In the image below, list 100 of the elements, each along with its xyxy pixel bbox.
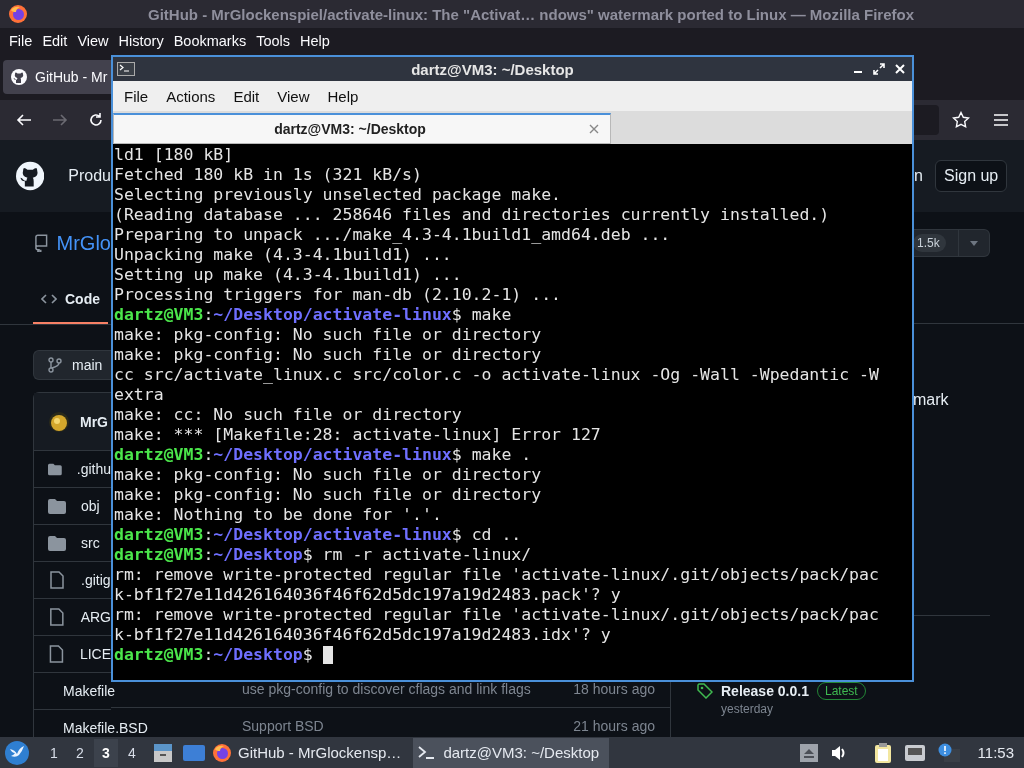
branch-icon [48,357,62,373]
menu-item[interactable]: View [72,33,114,49]
window-title: GitHub - MrGlockenspiel/activate-linux: The "Activat… ndows" watermark ported to Linux — Mozilla Firefox [147,5,915,23]
prompt-line: dartz@VM3:~/Desktop/activate-linux$ make [114,305,512,325]
workspace-button[interactable]: 2 [68,738,92,767]
workspace-button[interactable]: 1 [42,738,66,767]
reload-icon [88,112,104,128]
release-link[interactable]: Release 0.0.1 [721,683,809,699]
commit-time: 18 hours ago [573,681,655,697]
caret-icon [970,240,978,246]
file-name[interactable]: .gitig [81,572,111,588]
menu-item[interactable]: Help [295,33,335,49]
repo-tab[interactable]: Code [33,276,108,324]
output-line: Unpacking make (4.3-4.1build1) ... [114,245,452,265]
back-arrow-icon [16,112,32,128]
sign-up-button[interactable]: Sign up [935,160,1008,192]
output-line: make: *** [Makefile:28: activate-linux] Error 127 [114,425,601,445]
terminal-icon [117,62,135,76]
menu-item[interactable]: File [115,87,158,105]
output-line: make: pkg-config: No such file or directory [114,345,542,365]
prompt-line: dartz@VM3:~/Desktop/activate-linux$ make . [114,445,532,465]
menu-item[interactable]: View [268,87,319,105]
prompt-line: dartz@VM3:~/Desktop$ [114,645,313,665]
file-name[interactable]: ARG [80,609,111,625]
output-line: make: pkg-config: No such file or directory [114,485,542,505]
about-text: mark [913,391,949,408]
file-icon [48,608,66,626]
file-icon [48,571,66,589]
start-menu-icon[interactable] [4,739,30,766]
avatar-icon [48,410,70,433]
nav-link[interactable]: Produ [68,167,111,185]
repo-icon [33,234,49,252]
commit-author[interactable]: MrG [80,413,108,430]
menu-item[interactable]: Help [318,87,368,105]
output-line: Processing triggers for man-db (2.10.2-1) ... [114,285,562,305]
commit-time: 21 hours ago [573,718,655,734]
file-name[interactable]: LICE [79,646,111,662]
menu-item[interactable]: Tools [251,33,296,49]
star-icon [952,111,970,129]
cat-logo-icon [11,69,27,85]
file-name[interactable]: obj [81,498,100,514]
folder-icon [48,535,66,551]
output-line: ld1 [180 kB] [114,145,234,165]
file-name[interactable]: Makefile [63,683,116,699]
output-line: k-bf1f27e11d426164036f46f62d5dc197a19d2483.pack'? y [114,585,621,605]
output-line: make: cc: No such file or directory [114,405,462,425]
output-line: Fetched 180 kB in 1s (321 kB/s) [114,165,422,185]
browser-tab[interactable]: GitHub - Mr [3,60,111,94]
terminal-tab[interactable]: dartz@VM3: ~/Desktop [113,113,611,144]
output-line: k-bf1f27e11d426164036f46f62d5dc197a19d2483.idx'? y [114,625,611,645]
notification-icon[interactable] [937,742,960,763]
clock: 11:53 [977,744,1014,761]
menu-item[interactable]: Bookmarks [168,33,252,49]
output-line: Preparing to unpack .../make_4.3-4.1build1_amd64.deb ... [114,225,671,245]
folder-icon [48,461,62,477]
maximize-icon[interactable] [871,61,887,77]
commit-message[interactable]: use pkg-config to discover cflags and link flags [242,681,531,697]
commit-message[interactable]: Support BSD [242,718,324,734]
menu-item[interactable]: Actions [157,87,225,105]
window-title: dartz@VM3: ~/Desktop [410,60,575,78]
menu-icon [993,113,1009,127]
cat-logo-icon[interactable] [16,160,45,192]
menu-item[interactable]: File [4,33,38,49]
file-icon [48,645,65,663]
repo-name-link[interactable]: MrGlo [56,231,111,255]
branch-button[interactable]: main [33,350,111,380]
file-name[interactable]: .githu [76,461,111,477]
output-line: make: Nothing to be done for '.'. [114,505,442,525]
output-line: Selecting previously unselected package make. [114,185,562,205]
show-desktop-icon[interactable] [182,742,206,763]
sign-in-link[interactable]: n [914,167,935,185]
network-icon[interactable] [903,743,926,762]
menu-item[interactable]: Edit [37,33,73,49]
output-line: rm: remove write-protected regular file 'activate-linux/.git/objects/pack/pac [114,605,879,625]
task-button[interactable]: GitHub - MrGlockensp… [208,737,412,768]
eject-icon[interactable] [799,743,818,762]
prompt-line: dartz@VM3:~/Desktop$ rm -r activate-linux/ [114,545,532,565]
release-date: yesterday [721,702,775,716]
output-line: rm: remove write-protected regular file 'activate-linux/.git/objects/pack/pac [114,565,879,585]
browser-logo-icon [212,742,232,763]
output-line: make: pkg-config: No such file or directory [114,465,542,485]
output-line: extra [114,385,164,405]
clipboard-icon[interactable] [873,741,892,764]
forward-arrow-icon [52,112,68,128]
workspace-button[interactable]: 3 [94,738,118,767]
menu-item[interactable]: Edit [224,87,269,105]
tag-icon [697,683,713,699]
prompt-line: dartz@VM3:~/Desktop/activate-linux$ cd .. [114,525,522,545]
task-button[interactable]: dartz@VM3: ~/Desktop [413,737,610,768]
output-line: (Reading database ... 258646 files and directories currently installed.) [114,205,830,225]
output-line: cc src/activate_linux.c src/color.c -o activate-linux -Og -Wall -Wpedantic -W [114,365,879,385]
file-cabinet-icon[interactable] [152,741,174,764]
file-name[interactable]: Makefile.BSD [63,720,148,736]
menu-item[interactable]: History [113,33,169,49]
output-line: make: pkg-config: No such file or directory [114,325,542,345]
star-count: 1.5k [913,234,946,252]
workspace-button[interactable]: 4 [120,738,144,767]
browser-logo-icon [8,4,28,24]
folder-icon [48,498,66,514]
file-name[interactable]: src [81,535,100,551]
